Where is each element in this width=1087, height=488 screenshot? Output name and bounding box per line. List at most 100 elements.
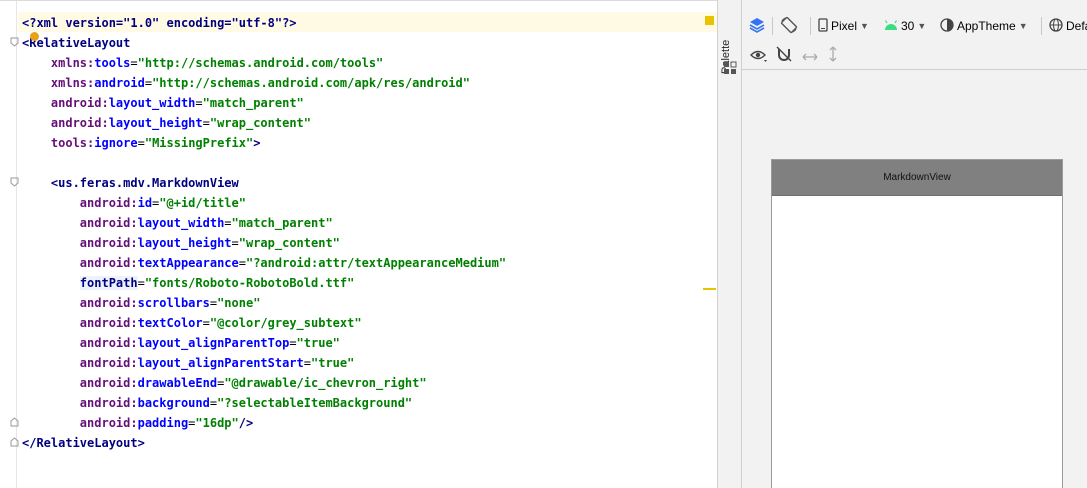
locale-selector[interactable]: Defa xyxy=(1049,12,1087,40)
code-line[interactable]: <us.feras.mdv.MarkdownView xyxy=(22,173,506,193)
code-token: "@+id/title" xyxy=(159,196,246,210)
code-token: = xyxy=(238,256,246,270)
code-line[interactable]: android:textAppearance="?android:attr/te… xyxy=(22,253,506,273)
locale-label: Defa xyxy=(1066,19,1087,33)
code-line[interactable]: android:layout_width="match_parent" xyxy=(22,213,506,233)
code-token: "match_parent" xyxy=(202,96,304,110)
code-line[interactable]: android:drawableEnd="@drawable/ic_chevro… xyxy=(22,373,506,393)
code-token: "wrap_content" xyxy=(209,116,312,130)
code-line[interactable]: android:layout_height="wrap_content" xyxy=(22,113,506,133)
code-token: "?selectableItemBackground" xyxy=(217,396,413,410)
code-line[interactable]: android:layout_alignParentTop="true" xyxy=(22,333,506,353)
code-token: android: xyxy=(50,116,109,130)
palette-grid-icon[interactable] xyxy=(723,60,737,74)
code-token: android xyxy=(94,76,145,90)
code-line[interactable]: android:id="@+id/title" xyxy=(22,193,506,213)
code-token: android: xyxy=(79,376,138,390)
markdownview-component[interactable]: MarkdownView xyxy=(772,160,1062,196)
code-line[interactable]: android:textColor="@color/grey_subtext" xyxy=(22,313,506,333)
code-line[interactable]: android:scrollbars="none" xyxy=(22,293,506,313)
code-token: layout_alignParentStart xyxy=(137,356,304,370)
code-token: tools: xyxy=(50,136,95,150)
device-preview[interactable]: MarkdownView xyxy=(771,159,1063,488)
horizontal-arrows-icon xyxy=(802,47,818,66)
code-token: = xyxy=(209,396,218,410)
code-token: > xyxy=(253,136,261,150)
code-token: "16dp" xyxy=(195,416,239,430)
code-line[interactable]: android:padding="16dp"/> xyxy=(22,413,506,433)
horizontal-arrows-button[interactable] xyxy=(802,42,818,70)
design-secondary-toolbar xyxy=(742,42,1087,70)
code-token: layout_alignParentTop xyxy=(137,336,290,350)
intention-bulb-icon[interactable] xyxy=(30,32,39,41)
layers-button[interactable] xyxy=(748,12,766,40)
theme-selector[interactable]: AppTheme ▼ xyxy=(940,12,1028,40)
orientation-button[interactable] xyxy=(780,12,798,40)
code-line[interactable] xyxy=(22,153,506,173)
magnet-off-icon xyxy=(776,46,792,66)
code-line[interactable]: android:layout_alignParentStart="true" xyxy=(22,353,506,373)
theme-label: AppTheme xyxy=(957,19,1016,33)
fold-marker-icon[interactable] xyxy=(10,37,19,47)
code-token: /> xyxy=(238,416,254,430)
code-line[interactable]: fontPath="fonts/Roboto-RobotoBold.ttf" xyxy=(22,273,506,293)
globe-icon xyxy=(1049,17,1063,35)
design-toolbar: Pixel ▼ 30 ▼ AppTheme ▼ Def xyxy=(742,12,1087,40)
code-token: = xyxy=(130,56,138,70)
code-token: <us.feras.mdv.MarkdownView xyxy=(50,176,239,190)
fold-end-marker-icon[interactable] xyxy=(10,437,19,447)
code-line[interactable]: xmlns:android="http://schemas.android.co… xyxy=(22,73,506,93)
warning-indicator-icon[interactable] xyxy=(705,16,714,25)
phone-icon xyxy=(818,17,828,35)
autoconnect-toggle[interactable] xyxy=(776,42,792,70)
code-line[interactable]: </RelativeLayout> xyxy=(22,433,506,453)
code-line[interactable]: xmlns:tools="http://schemas.android.com/… xyxy=(22,53,506,73)
xml-editor[interactable]: <?xml version="1.0" encoding="utf-8"?> <R… xyxy=(0,0,717,488)
code-token: layout_width xyxy=(137,216,225,230)
rotate-orientation-icon xyxy=(780,16,798,37)
code-token: android: xyxy=(79,296,138,310)
palette-tool-strip[interactable]: Palette xyxy=(717,0,742,488)
toolbar-separator xyxy=(1041,17,1042,35)
code-line[interactable]: <?xml version="1.0" encoding="utf-8"?> xyxy=(22,13,506,33)
code-token: android: xyxy=(79,256,138,270)
code-token: android: xyxy=(79,196,138,210)
view-options-button[interactable] xyxy=(750,42,768,70)
code-line[interactable]: <RelativeLayout xyxy=(22,33,506,53)
fold-end-marker-icon[interactable] xyxy=(10,417,19,427)
code-token: "fonts/Roboto-RobotoBold.ttf" xyxy=(144,276,355,290)
design-pane: Pixel ▼ 30 ▼ AppTheme ▼ Def MarkdownView xyxy=(742,0,1087,488)
code-token: = xyxy=(289,336,297,350)
code-line[interactable]: android:layout_height="wrap_content" xyxy=(22,233,506,253)
code-token: scrollbars xyxy=(137,296,210,310)
code-token: android: xyxy=(79,316,138,330)
chevron-down-icon: ▼ xyxy=(917,21,927,31)
code-token: tools xyxy=(94,56,131,70)
code-line[interactable]: android:layout_width="match_parent" xyxy=(22,93,506,113)
code-text[interactable]: <?xml version="1.0" encoding="utf-8"?> <R… xyxy=(22,13,506,453)
code-line[interactable]: tools:ignore="MissingPrefix"> xyxy=(22,133,506,153)
device-selector[interactable]: Pixel ▼ xyxy=(818,12,869,40)
code-token: id xyxy=(137,196,153,210)
code-token: "http://schemas.android.com/tools" xyxy=(137,56,384,70)
api-level-selector[interactable]: 30 ▼ xyxy=(884,12,926,40)
vertical-arrows-button[interactable] xyxy=(828,42,838,70)
device-label: Pixel xyxy=(831,19,858,33)
warning-stripe-marker[interactable] xyxy=(703,288,716,290)
fold-marker-icon[interactable] xyxy=(10,177,19,187)
vertical-arrows-icon xyxy=(828,46,838,66)
code-line[interactable]: android:background="?selectableItemBackg… xyxy=(22,393,506,413)
code-token: android: xyxy=(79,236,138,250)
design-canvas[interactable]: MarkdownView xyxy=(742,70,1087,488)
code-token: fontPath xyxy=(79,276,138,290)
